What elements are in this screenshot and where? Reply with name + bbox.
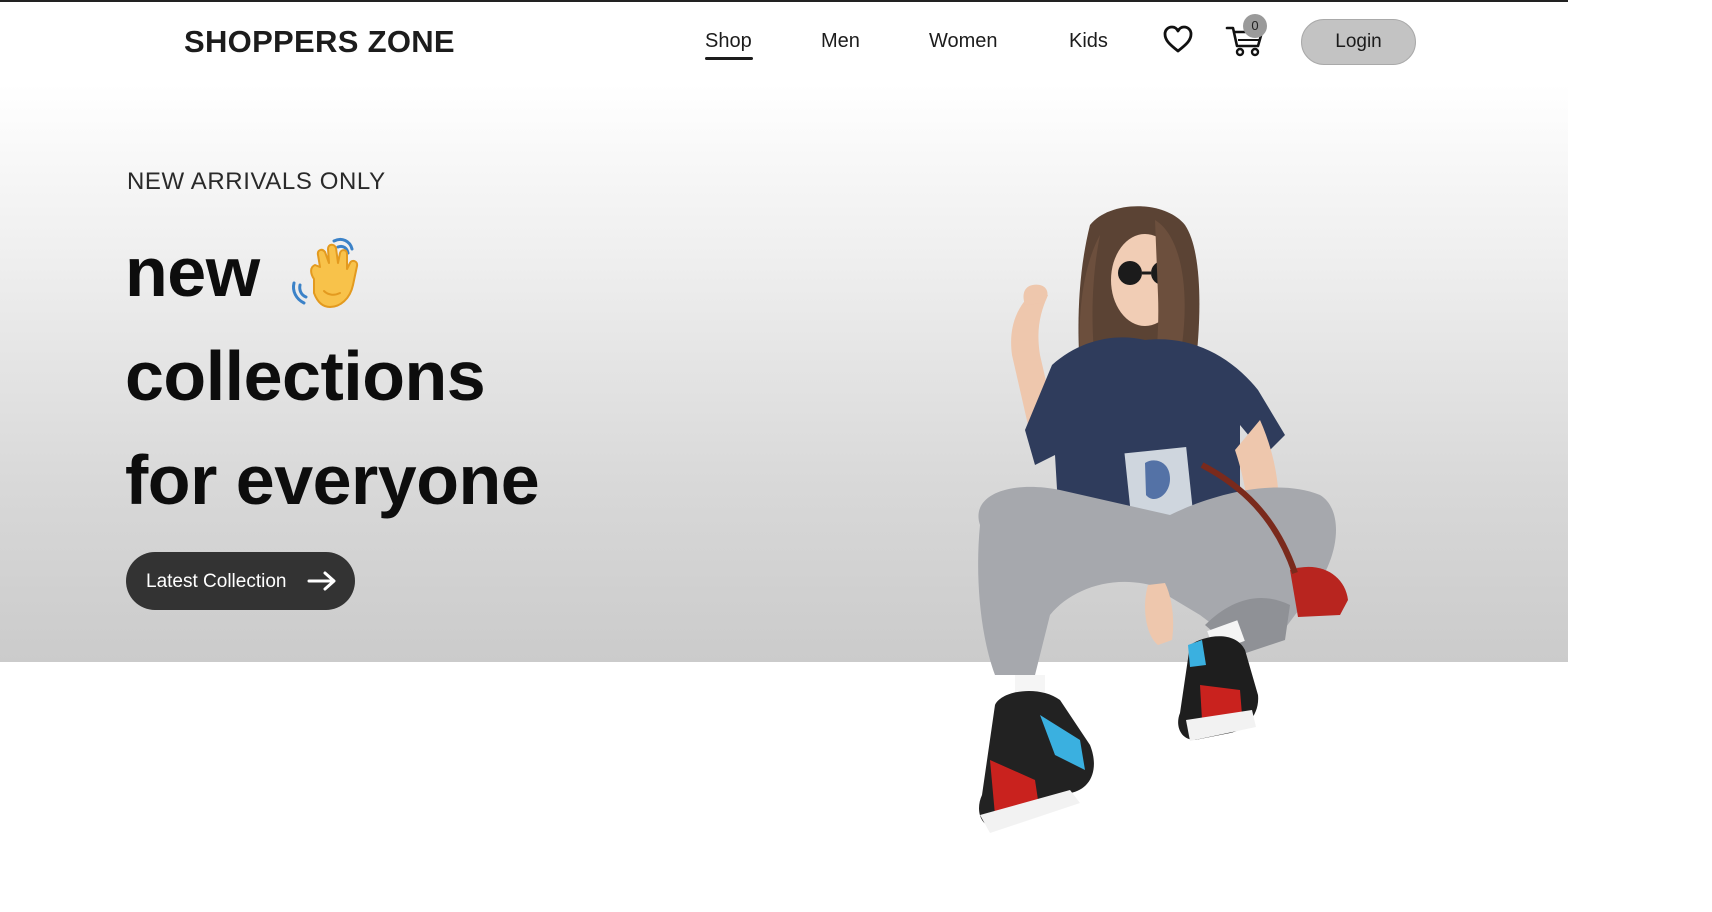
nav-item-men[interactable]: Men <box>821 30 860 53</box>
nav-item-kids[interactable]: Kids <box>1069 30 1108 53</box>
nav-item-women[interactable]: Women <box>929 30 998 53</box>
navbar: SHOPPERS ZONE Shop Men Women Kids 0 Logi… <box>0 2 1568 84</box>
hero-eyebrow: NEW ARRIVALS ONLY <box>127 168 386 195</box>
arrow-right-icon <box>307 571 336 591</box>
waving-hand-icon <box>292 237 359 308</box>
hero-headline-line-3: for everyone <box>125 441 540 519</box>
hero-headline-line-1: new <box>125 233 260 311</box>
site-logo[interactable]: SHOPPERS ZONE <box>184 24 455 60</box>
nav-active-indicator <box>705 57 753 60</box>
login-button[interactable]: Login <box>1301 19 1416 65</box>
nav-item-shop[interactable]: Shop <box>705 30 752 53</box>
latest-collection-label: Latest Collection <box>146 571 287 592</box>
latest-collection-button[interactable]: Latest Collection <box>126 552 355 610</box>
hero-model-image <box>978 206 1348 833</box>
hero-headline-line-2: collections <box>125 337 486 415</box>
heart-icon[interactable] <box>1162 24 1194 54</box>
cart-count-badge: 0 <box>1243 14 1267 38</box>
